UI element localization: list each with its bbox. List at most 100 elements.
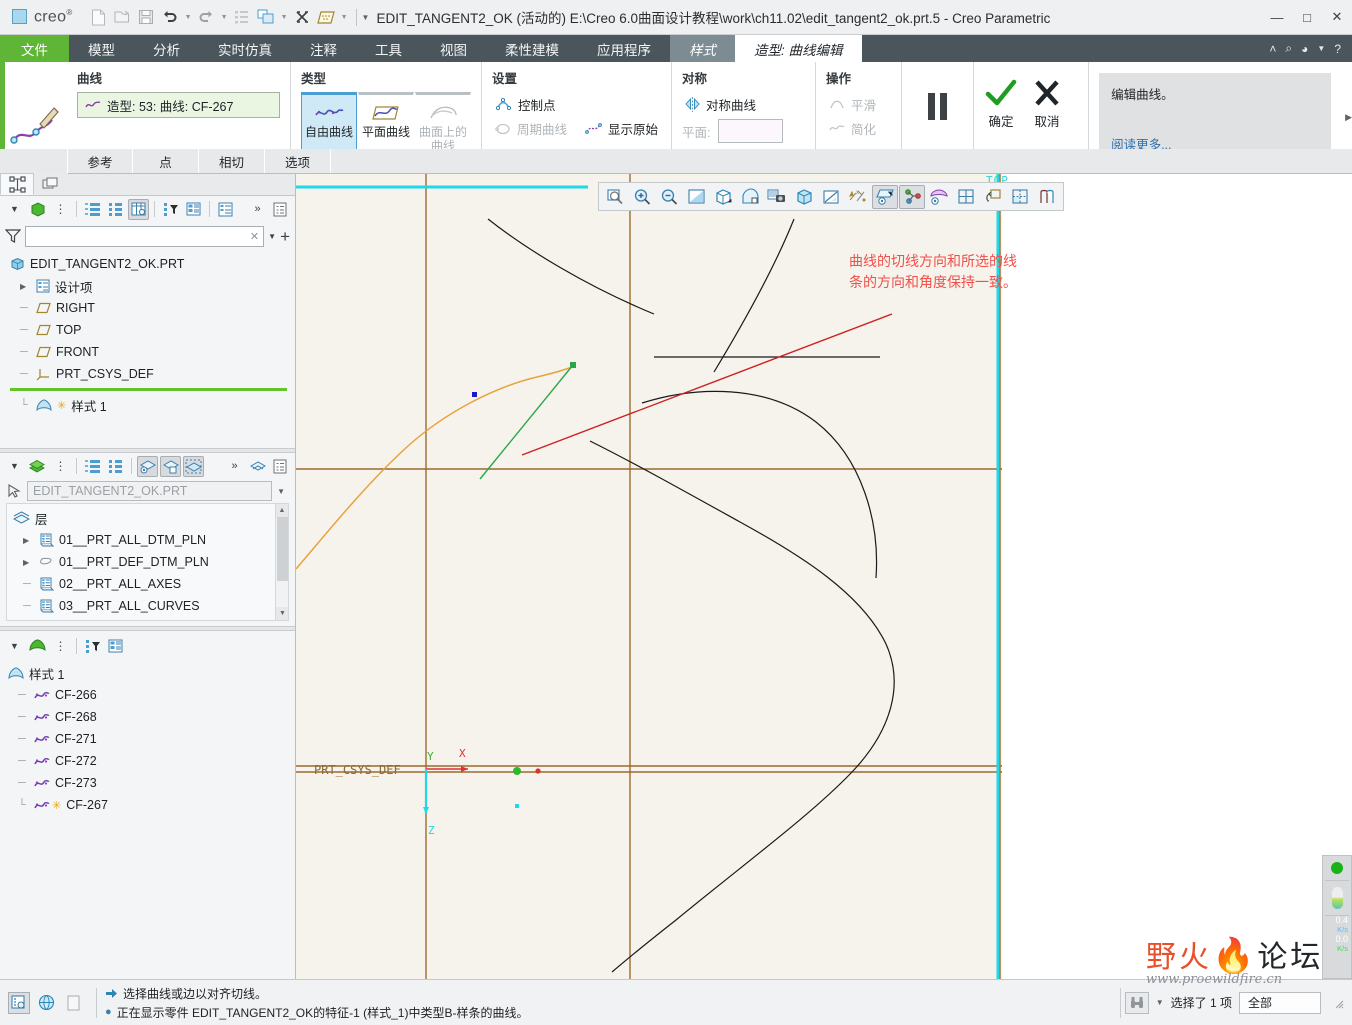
tab-tools[interactable]: 工具: [356, 35, 421, 62]
tab-analysis[interactable]: 分析: [134, 35, 199, 62]
style-options-dots-icon[interactable]: ⋮: [50, 636, 71, 657]
zoom-in-icon[interactable]: [629, 185, 655, 209]
selection-filter-box[interactable]: 全部: [1239, 991, 1321, 1014]
layer-item-1[interactable]: ▶ 01__PRT_DEF_DTM_PLN: [13, 551, 288, 573]
pause-button[interactable]: [912, 68, 963, 144]
perspective-icon[interactable]: [818, 185, 844, 209]
tab-style[interactable]: 样式: [670, 35, 735, 62]
resize-grip-icon[interactable]: [1332, 997, 1344, 1009]
tree-more-chevron-icon[interactable]: »: [247, 199, 268, 220]
tab-flexible-modeling[interactable]: 柔性建模: [486, 35, 578, 62]
tree-expand-all-icon[interactable]: [82, 199, 103, 220]
spin-center-icon[interactable]: [953, 185, 979, 209]
layer-scroll-up-icon[interactable]: ▲: [276, 504, 288, 517]
layer-scroll-thumb[interactable]: [277, 517, 288, 581]
named-view-icon[interactable]: [710, 185, 736, 209]
close-button[interactable]: ✕: [1322, 0, 1352, 35]
layer-collapse-caret-icon[interactable]: ▼: [4, 456, 25, 477]
tab-live-simulation[interactable]: 实时仿真: [199, 35, 291, 62]
navigator-tab-layers[interactable]: [34, 173, 68, 195]
tree-detail-view-icon[interactable]: [215, 199, 236, 220]
navigator-tab-model-tree[interactable]: [0, 173, 34, 195]
subtab-points[interactable]: 点: [133, 149, 199, 173]
tree-collapse-caret-icon[interactable]: ▼: [4, 199, 25, 220]
maximize-button[interactable]: □: [1292, 0, 1322, 35]
minimize-button[interactable]: —: [1262, 0, 1292, 35]
style-tree-root[interactable]: 样式 1: [8, 662, 295, 684]
show-original-item[interactable]: 显示原始: [582, 116, 661, 140]
status-globe-icon[interactable]: [35, 992, 57, 1014]
display-style-icon[interactable]: [791, 185, 817, 209]
subtab-options[interactable]: 选项: [265, 149, 331, 173]
layer-properties-icon[interactable]: [270, 456, 291, 477]
tab-curve-edit[interactable]: 造型: 曲线编辑: [735, 35, 862, 62]
title-dropdown-caret-icon[interactable]: ▼: [362, 13, 370, 22]
symmetric-curve-item[interactable]: 对称曲线: [682, 92, 805, 116]
tree-item-design-items[interactable]: ▶ 设计项: [10, 275, 295, 297]
saved-orientation-icon[interactable]: [737, 185, 763, 209]
ok-button[interactable]: 确定: [984, 78, 1018, 130]
save-icon[interactable]: [135, 6, 158, 29]
status-blank-icon[interactable]: [62, 992, 84, 1014]
tab-file[interactable]: 文件: [0, 35, 69, 62]
style-item-cf268[interactable]: ─ CF-268: [8, 706, 295, 728]
plane-display-icon[interactable]: [872, 184, 898, 209]
appearance-gallery-icon[interactable]: [1034, 185, 1060, 209]
layer-item-4[interactable]: ─ 04__PRT_ALL_DTM_PNT: [13, 617, 288, 620]
plane-collector-input[interactable]: [717, 119, 783, 143]
filter-funnel-icon[interactable]: [5, 228, 21, 244]
style-columns-icon[interactable]: [105, 636, 126, 657]
layer-item-2[interactable]: ─ 02__PRT_ALL_AXES: [13, 573, 288, 595]
search-dropdown-caret-icon[interactable]: ▼: [268, 232, 276, 241]
style-item-cf273[interactable]: ─ CF-273: [8, 772, 295, 794]
clear-search-icon[interactable]: ✕: [250, 230, 259, 243]
datum-display-icon[interactable]: x: [845, 185, 871, 209]
tree-layer-tree-icon[interactable]: [183, 199, 204, 220]
layer-root[interactable]: 层: [13, 507, 288, 529]
grid-icon[interactable]: [1007, 185, 1033, 209]
tab-model[interactable]: 模型: [69, 35, 134, 62]
expand-caret-icon[interactable]: ▶: [20, 282, 31, 291]
curve-collector-field[interactable]: 造型: 53: 曲线: CF-267: [77, 92, 280, 118]
status-info-icon[interactable]: [8, 991, 30, 1014]
layer-list-scrollbar[interactable]: ▲ ▼: [275, 504, 288, 620]
window-switch-icon[interactable]: [255, 6, 278, 29]
tab-view[interactable]: 视图: [421, 35, 486, 62]
style-item-cf266[interactable]: ─ CF-266: [8, 684, 295, 706]
model-tree-root[interactable]: EDIT_TANGENT2_OK.PRT: [10, 253, 295, 275]
model-tree-search-input[interactable]: ✕: [25, 225, 265, 247]
tree-model-cube-icon[interactable]: [27, 199, 48, 220]
zoom-box-icon[interactable]: [602, 185, 628, 209]
cad-geometry-canvas[interactable]: Y X Z: [296, 174, 1352, 979]
new-file-icon[interactable]: [87, 6, 110, 29]
tab-applications[interactable]: 应用程序: [578, 35, 670, 62]
zoom-out-icon[interactable]: [656, 185, 682, 209]
redo-icon[interactable]: [195, 6, 218, 29]
refit-icon[interactable]: [683, 185, 709, 209]
search-binoculars-icon[interactable]: [1124, 991, 1149, 1014]
layer-isolate-icon[interactable]: [160, 455, 181, 477]
question-mark-icon[interactable]: ?: [1334, 42, 1341, 56]
tree-options-dots-icon[interactable]: ⋮: [50, 199, 71, 220]
window-dropdown-caret-icon[interactable]: ▼: [279, 6, 290, 28]
tree-properties-icon[interactable]: [270, 199, 291, 220]
layer-tree-view-icon[interactable]: [247, 456, 268, 477]
search-filter-caret-icon[interactable]: ▼: [1156, 998, 1164, 1007]
layer-model-dropdown-caret-icon[interactable]: ▼: [277, 487, 289, 496]
subtab-tangency[interactable]: 相切: [199, 149, 265, 173]
appearance-icon[interactable]: [315, 6, 338, 29]
tree-item-top[interactable]: ─ TOP: [10, 319, 295, 341]
axis-point-display-icon[interactable]: [899, 184, 925, 209]
add-filter-plus-icon[interactable]: +: [280, 228, 290, 245]
appearance-dropdown-caret-icon[interactable]: ▼: [339, 6, 350, 28]
style-surface-green-icon[interactable]: [27, 636, 48, 657]
layer-item-3[interactable]: ─ 03__PRT_ALL_CURVES: [13, 595, 288, 617]
redo-dropdown-caret-icon[interactable]: ▼: [219, 6, 230, 28]
search-icon[interactable]: ⌕: [1285, 41, 1292, 56]
tree-item-right[interactable]: ─ RIGHT: [10, 297, 295, 319]
style-item-cf267[interactable]: └ ✳ CF-267: [8, 794, 295, 816]
tree-filter-settings-icon[interactable]: [160, 199, 181, 220]
tab-annotate[interactable]: 注释: [291, 35, 356, 62]
close-window-icon[interactable]: [291, 6, 314, 29]
style-item-cf271[interactable]: ─ CF-271: [8, 728, 295, 750]
